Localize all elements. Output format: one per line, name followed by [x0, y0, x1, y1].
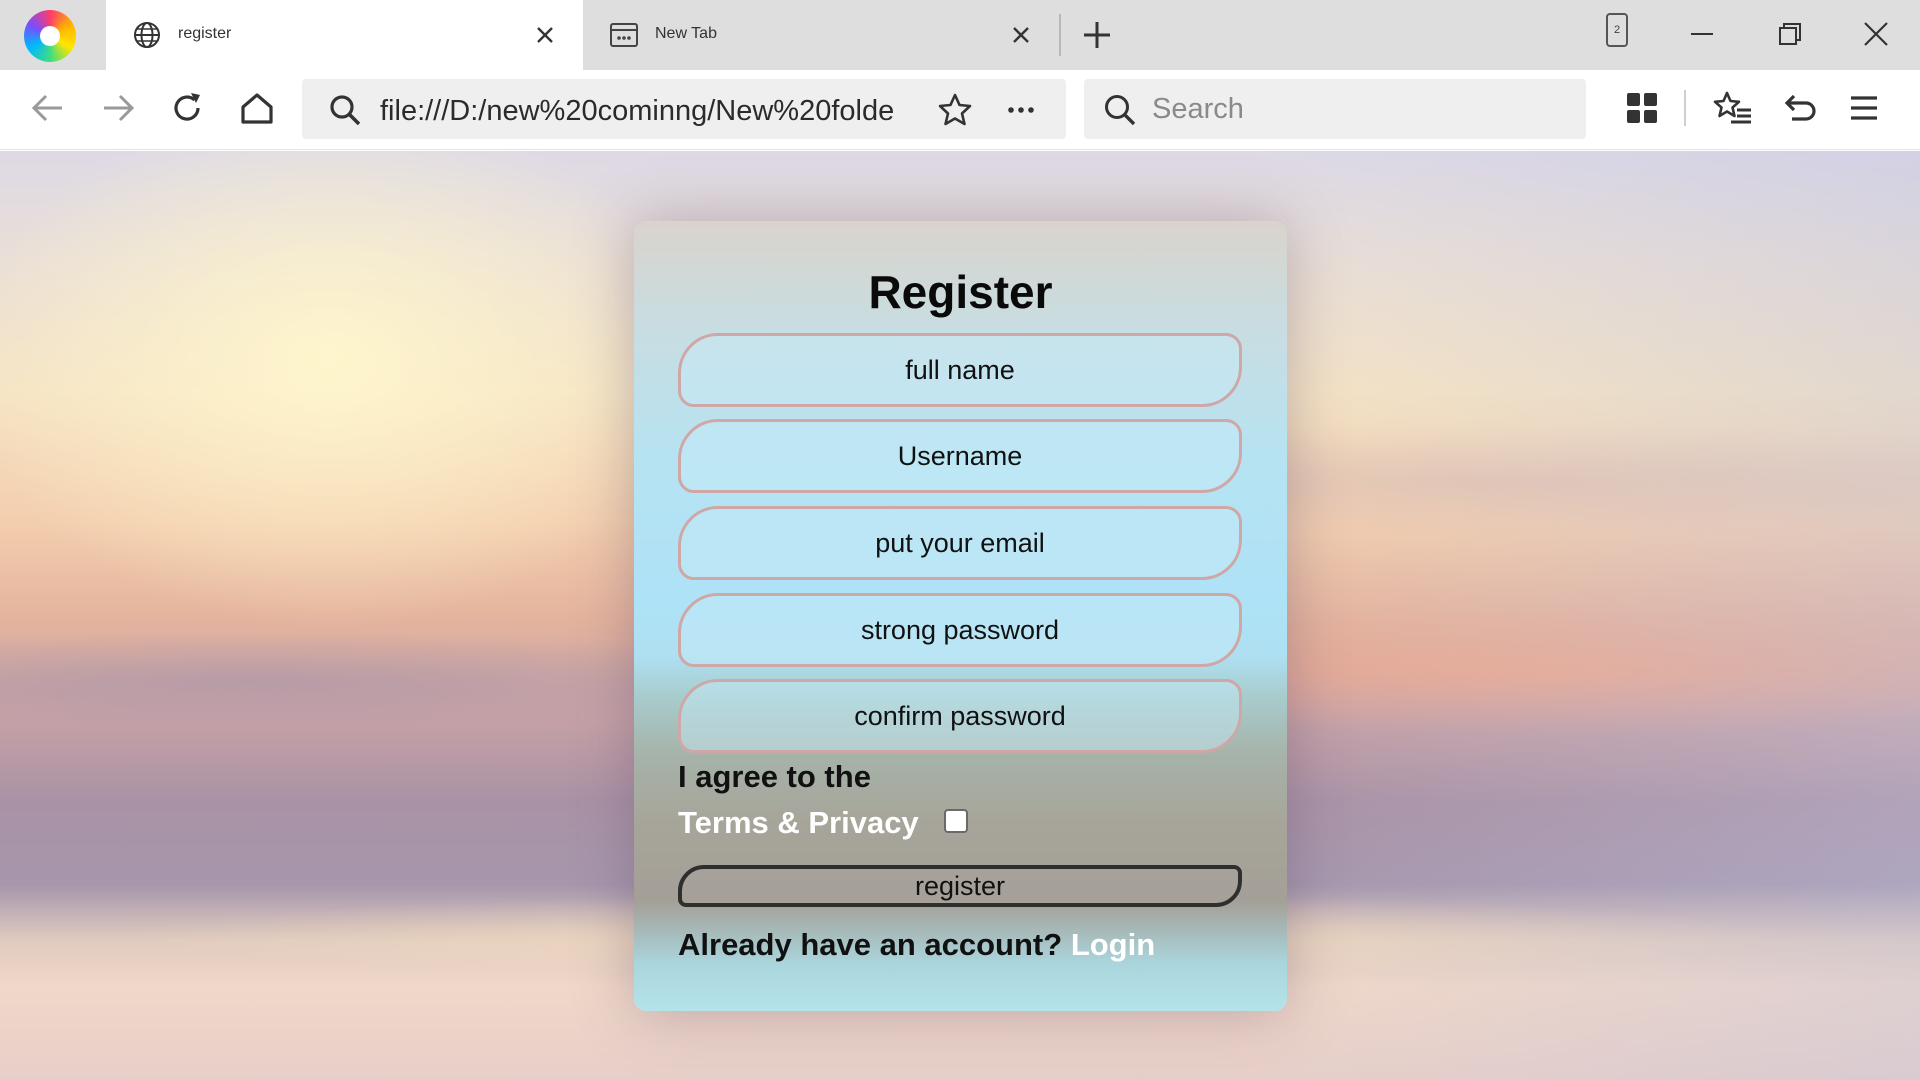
forward-arrow-icon[interactable] — [98, 88, 138, 128]
home-icon[interactable] — [237, 88, 277, 128]
full-name-field[interactable] — [678, 333, 1242, 407]
new-tab-page-icon — [610, 23, 638, 47]
new-tab-plus-icon[interactable] — [1080, 18, 1114, 52]
register-card: Register I agree to the Terms & Privacy … — [634, 221, 1287, 1011]
url-text[interactable]: file:///D:/new%20cominng/New%20folde — [380, 95, 920, 129]
agree-checkbox[interactable] — [944, 809, 968, 833]
address-bar[interactable]: file:///D:/new%20cominng/New%20folde — [302, 79, 1066, 139]
page-title: Register — [868, 266, 1053, 318]
password-field[interactable] — [678, 593, 1242, 667]
apps-grid-icon[interactable] — [1622, 88, 1662, 128]
search-icon — [330, 95, 361, 126]
tab-title: register — [178, 25, 232, 42]
search-icon — [1105, 95, 1136, 126]
web-search-input[interactable] — [1152, 89, 1552, 129]
toolbar-separator — [1684, 90, 1686, 126]
page-background: Register I agree to the Terms & Privacy … — [0, 151, 1920, 1080]
bookmark-star-icon[interactable] — [936, 91, 974, 129]
restore-icon[interactable] — [1770, 14, 1810, 54]
tab-strip: register New Tab 2 — [0, 0, 1920, 70]
agree-label: I agree to the — [678, 759, 871, 794]
browser-logo-icon[interactable] — [24, 10, 76, 62]
login-prompt: Already have an account? Login — [678, 927, 1155, 963]
close-tab-icon[interactable] — [1009, 23, 1033, 47]
globe-icon — [134, 22, 160, 48]
tab-title: New Tab — [655, 25, 717, 42]
close-window-icon[interactable] — [1856, 14, 1896, 54]
reload-icon[interactable] — [167, 88, 207, 128]
undo-icon[interactable] — [1778, 88, 1818, 128]
tab-register[interactable]: register — [106, 0, 583, 70]
back-arrow-icon[interactable] — [28, 88, 68, 128]
email-field[interactable] — [678, 506, 1242, 580]
close-tab-icon[interactable] — [533, 23, 557, 47]
account-prompt-text: Already have an account? — [678, 927, 1063, 962]
navigation-bar: file:///D:/new%20cominng/New%20folde — [0, 70, 1920, 150]
favorites-list-icon[interactable] — [1713, 88, 1753, 128]
more-options-icon[interactable] — [1002, 91, 1040, 129]
tab-new-tab[interactable]: New Tab — [583, 0, 1059, 70]
web-search-box[interactable] — [1084, 79, 1586, 139]
username-field[interactable] — [678, 419, 1242, 493]
register-button[interactable]: register — [678, 865, 1242, 907]
confirm-password-field[interactable] — [678, 679, 1242, 753]
terms-privacy-link[interactable]: Terms & Privacy — [678, 805, 919, 841]
minimize-icon[interactable] — [1682, 14, 1722, 54]
login-link[interactable]: Login — [1071, 927, 1155, 962]
tab-separator — [1059, 14, 1061, 56]
menu-hamburger-icon[interactable] — [1844, 88, 1884, 128]
tabs-count-button[interactable]: 2 — [1606, 13, 1628, 47]
